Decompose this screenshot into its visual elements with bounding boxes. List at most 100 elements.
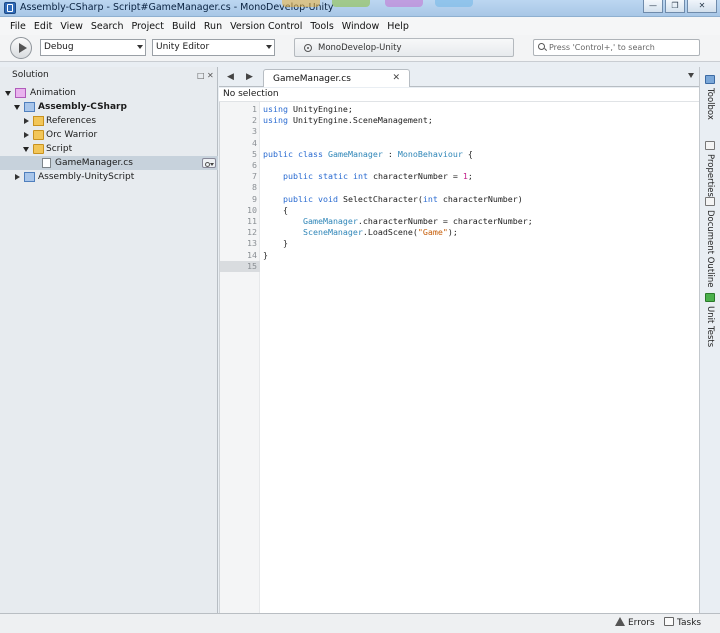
nav-back-icon[interactable]: ◀ [227, 72, 234, 82]
code-line: 12 SceneManager.LoadScene("Game"); [220, 227, 700, 238]
solution-icon [15, 88, 26, 98]
tree-item-orc-warrior[interactable]: Orc Warrior [0, 128, 218, 142]
tree-item-gamemanager[interactable]: GameManager.cs [0, 156, 218, 170]
errors-button[interactable]: Errors [615, 617, 655, 628]
tree-item-label: Assembly-CSharp [38, 102, 127, 112]
expander-icon[interactable] [15, 174, 20, 180]
code-token: SceneManager [302, 227, 363, 238]
errors-label: Errors [628, 618, 655, 628]
menu-help[interactable]: Help [383, 21, 413, 32]
code-token: UnityEngine; [287, 104, 353, 114]
tab-gamemanager[interactable]: GameManager.cs ✕ [263, 69, 410, 87]
status-area: MonoDevelop-Unity [294, 38, 514, 57]
maximize-button[interactable]: ❐ [665, 0, 685, 13]
code-token: static [317, 171, 348, 182]
code-text: using UnityEngine; [263, 104, 353, 115]
toolbox-icon [705, 75, 715, 84]
code-token: int [422, 193, 438, 204]
line-number: 10 [247, 204, 257, 215]
line-number: 14 [247, 249, 257, 260]
tab-label: GameManager.cs [273, 74, 351, 84]
menu-edit[interactable]: Edit [30, 21, 56, 32]
unit-tests-icon [705, 293, 715, 302]
menu-window[interactable]: Window [338, 21, 383, 32]
close-button[interactable]: ✕ [687, 0, 717, 13]
project-icon [24, 172, 35, 182]
code-editor[interactable]: 1 using UnityEngine; 2 using UnityEngine.Sc… [219, 102, 699, 613]
search-input[interactable] [549, 41, 697, 54]
code-line: 8 [220, 182, 700, 193]
close-icon[interactable]: ✕ [392, 73, 400, 83]
tree-item-assembly-unityscript[interactable]: Assembly-UnityScript [0, 170, 218, 184]
project-icon [24, 102, 35, 112]
tree-item-animation[interactable]: Animation [0, 86, 218, 100]
target-select[interactable]: Unity Editor [152, 39, 275, 56]
code-text: public static int characterNumber = 1; [263, 171, 473, 182]
code-token: public [282, 193, 313, 204]
line-number: 12 [247, 227, 257, 238]
expander-icon[interactable] [24, 118, 29, 124]
expander-icon[interactable] [24, 132, 29, 138]
status-bar: Errors Tasks [0, 613, 720, 633]
code-token: characterNumber) [437, 193, 523, 204]
code-token: SelectCharacter( [337, 193, 423, 204]
tree-item-script[interactable]: Script [0, 142, 218, 156]
code-line: 4 [220, 138, 700, 149]
expander-icon[interactable] [5, 91, 11, 96]
nav-forward-icon[interactable]: ▶ [246, 72, 253, 82]
play-icon [19, 43, 27, 53]
code-text: } [263, 250, 268, 261]
configuration-value: Debug [44, 42, 74, 52]
tree-item-assembly-csharp[interactable]: Assembly-CSharp [0, 100, 218, 114]
code-text: GameManager.characterNumber = characterN… [263, 216, 533, 227]
code-text: { [263, 205, 288, 216]
code-text: SceneManager.LoadScene("Game"); [263, 227, 458, 238]
menu-run[interactable]: Run [200, 21, 226, 32]
row-options-button[interactable] [202, 158, 216, 168]
code-line: 7 public static int characterNumber = 1; [220, 171, 700, 182]
menu-search[interactable]: Search [87, 21, 128, 32]
configuration-select[interactable]: Debug [40, 39, 146, 56]
expander-icon[interactable] [23, 147, 29, 152]
window-controls: — ❐ ✕ [643, 0, 717, 13]
code-line: 5 public class GameManager : MonoBehaviou… [220, 149, 700, 160]
line-number: 9 [252, 193, 257, 204]
code-token: } [263, 249, 268, 260]
expander-icon[interactable] [14, 105, 20, 110]
line-number: 11 [247, 216, 257, 226]
minimize-button[interactable]: — [643, 0, 663, 13]
pane-close-icon[interactable]: ✕ [207, 71, 214, 80]
menu-build[interactable]: Build [168, 21, 200, 32]
tree-item-label: References [46, 116, 97, 126]
tree-item-label: Assembly-UnityScript [38, 172, 135, 182]
breadcrumb[interactable]: No selection [219, 88, 699, 102]
dock-tab-label: Properties [705, 154, 715, 197]
run-button[interactable] [10, 37, 32, 59]
code-token: } [263, 238, 288, 249]
tree-item-label: GameManager.cs [55, 158, 133, 168]
search-icon [538, 43, 547, 52]
code-token: public [263, 148, 293, 159]
code-token: .characterNumber = characterNumber; [357, 216, 533, 226]
menu-tools[interactable]: Tools [306, 21, 337, 32]
dock-tab-label: Unit Tests [705, 306, 715, 348]
line-number: 15 [247, 260, 257, 271]
menu-view[interactable]: View [56, 21, 87, 32]
tasks-button[interactable]: Tasks [664, 617, 701, 628]
code-token: ); [447, 227, 458, 238]
menu-file[interactable]: File [6, 21, 30, 32]
code-token: MonoBehaviour [397, 148, 463, 159]
code-text: using UnityEngine.SceneManagement; [263, 115, 433, 126]
menu-project[interactable]: Project [128, 21, 169, 32]
tab-list-dropdown-icon[interactable] [688, 73, 694, 78]
pane-dock-icon[interactable]: □ [197, 71, 205, 80]
code-token: "Game" [417, 227, 448, 238]
code-line: 9 public void SelectCharacter(int charac… [220, 194, 700, 205]
tree-item-references[interactable]: References [0, 114, 218, 128]
chevron-down-icon [266, 45, 272, 49]
solution-pane-header: Solution □ ✕ [0, 67, 218, 84]
references-folder-icon [33, 116, 44, 126]
menu-version-control[interactable]: Version Control [226, 21, 306, 32]
search-box[interactable] [533, 39, 700, 56]
